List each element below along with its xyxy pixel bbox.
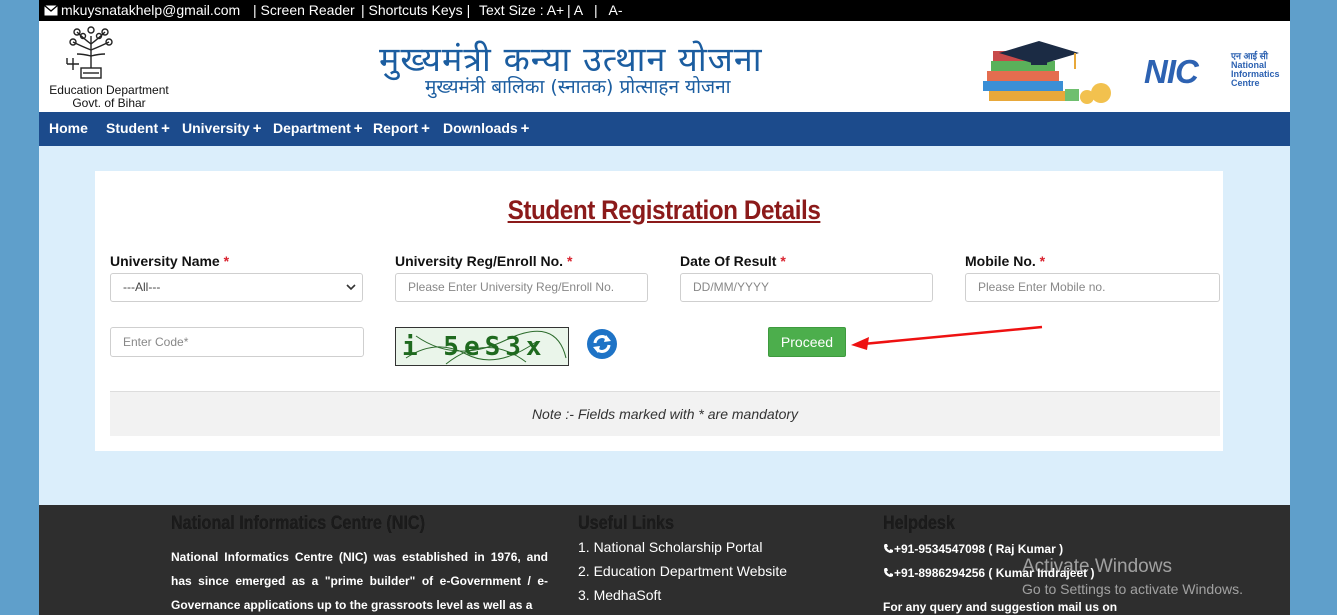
envelope-icon (44, 5, 58, 16)
required-asterisk: * (223, 253, 230, 269)
helpdesk-phone-1-text: +91-9534547098 ( Raj Kumar ) (894, 542, 1064, 556)
watermark-line-1: Activate Windows (1022, 556, 1172, 577)
nic-footer-paragraph: National Informatics Centre (NIC) was es… (171, 550, 548, 612)
page-frame: mkuysnatakhelp@gmail.com | Screen Reader… (39, 0, 1290, 615)
nav-department-label: Department (273, 120, 351, 136)
captcha-image: i 5eS3x (395, 327, 569, 366)
expand-plus-icon: + (353, 120, 363, 137)
useful-link[interactable]: 1. National Scholarship Portal (578, 535, 787, 559)
phone-icon (884, 544, 893, 553)
useful-links-heading: Useful Links (578, 513, 691, 535)
top-bar: mkuysnatakhelp@gmail.com | Screen Reader… (39, 0, 1290, 21)
reg-no-label: University Reg/Enroll No. * (395, 253, 572, 269)
helpdesk-heading-text: Helpdesk (883, 513, 955, 534)
helpdesk-heading: Helpdesk (883, 513, 967, 535)
nic-footer-heading-text: National Informatics Centre (NIC) (171, 513, 425, 534)
required-asterisk: * (566, 253, 573, 269)
annotation-arrow-icon (851, 325, 1043, 350)
expand-plus-icon: + (421, 120, 430, 137)
useful-links-list: 1. National Scholarship Portal 2. Educat… (578, 535, 787, 607)
university-selected-value: ---All--- (123, 280, 161, 294)
nav-downloads-label: Downloads (443, 120, 518, 136)
nic-logo-text: NIC (1144, 53, 1199, 90)
nav-student[interactable]: Student + (106, 112, 170, 146)
books-graduation-cap-icon (983, 41, 1111, 104)
bihar-emblem-icon (66, 26, 113, 79)
nav-report-label: Report (373, 120, 419, 136)
nav-home[interactable]: Home (49, 112, 88, 146)
page-title: Student Registration Details (507, 195, 821, 225)
refresh-captcha-icon[interactable] (586, 328, 618, 360)
email-text: mkuysnatakhelp@gmail.com (61, 2, 241, 18)
nic-logo: NIC एन आई सी National Informatics Centre (1144, 52, 1289, 91)
university-name-label: University Name * (110, 253, 229, 269)
captcha-text: i 5eS3x (402, 332, 547, 362)
nav-downloads[interactable]: Downloads + (443, 112, 529, 146)
windows-activation-watermark: Activate Windows Go to Settings to activ… (1022, 556, 1243, 600)
nav-department[interactable]: Department + (273, 112, 363, 146)
text-size-decrease[interactable]: | A- (594, 0, 623, 20)
captcha-code-input[interactable]: Enter Code* (110, 327, 364, 357)
proceed-button[interactable]: Proceed (768, 327, 846, 357)
required-asterisk: * (780, 253, 786, 269)
date-of-result-label-text: Date Of Result (680, 253, 777, 269)
text-size-normal[interactable]: | A (567, 0, 583, 20)
useful-link[interactable]: 2. Education Department Website (578, 559, 787, 583)
mobile-no-label: Mobile No. * (965, 253, 1045, 269)
nav-report[interactable]: Report + (373, 112, 430, 146)
useful-links-heading-text: Useful Links (578, 513, 675, 534)
date-of-result-label: Date Of Result * (680, 253, 786, 269)
nic-footer-heading: National Informatics Centre (NIC) (171, 513, 470, 535)
expand-plus-icon: + (520, 120, 530, 137)
screen-reader-link[interactable]: | Screen Reader (253, 0, 355, 20)
phone-icon (884, 568, 893, 577)
university-select[interactable]: ---All--- (110, 273, 363, 302)
required-asterisk: * (1039, 253, 1046, 269)
mobile-no-label-text: Mobile No. (965, 253, 1036, 269)
site-header: Education Department Govt. of Bihar मुख्… (39, 21, 1290, 112)
watermark-line-2: Go to Settings to activate Windows. (1022, 581, 1243, 597)
shortcuts-link[interactable]: | Shortcuts Keys | (361, 0, 470, 20)
department-caption: Education Department Govt. of Bihar (39, 84, 179, 110)
scheme-subtitle-hindi: मुख्यमंत्री बालिका (स्नातक) प्रोत्साहन य… (425, 76, 731, 98)
mobile-no-input[interactable]: Please Enter Mobile no. (965, 273, 1220, 302)
nav-student-label: Student (106, 120, 159, 136)
registration-card: Student Registration Details University … (95, 171, 1223, 451)
nic-line-3: Centre (1231, 78, 1260, 88)
useful-link[interactable]: 3. MedhaSoft (578, 583, 787, 607)
chevron-down-icon (346, 274, 356, 312)
expand-plus-icon: + (252, 120, 262, 137)
mandatory-note: Note :- Fields marked with * are mandato… (110, 391, 1220, 436)
nav-home-label: Home (49, 120, 88, 136)
reg-no-input[interactable]: Please Enter University Reg/Enroll No. (395, 273, 648, 302)
dept-line-2: Govt. of Bihar (72, 96, 146, 110)
university-name-label-text: University Name (110, 253, 220, 269)
text-size-increase[interactable]: Text Size : A+ (479, 0, 564, 20)
reg-no-label-text: University Reg/Enroll No. (395, 253, 564, 269)
nav-university[interactable]: University + (182, 112, 261, 146)
main-nav: Home Student + University + Department + Re… (39, 112, 1290, 146)
date-of-result-input[interactable]: DD/MM/YYYY (680, 273, 933, 302)
expand-plus-icon: + (161, 120, 170, 137)
nav-university-label: University (182, 120, 250, 136)
email-link[interactable]: mkuysnatakhelp@gmail.com (44, 0, 240, 20)
